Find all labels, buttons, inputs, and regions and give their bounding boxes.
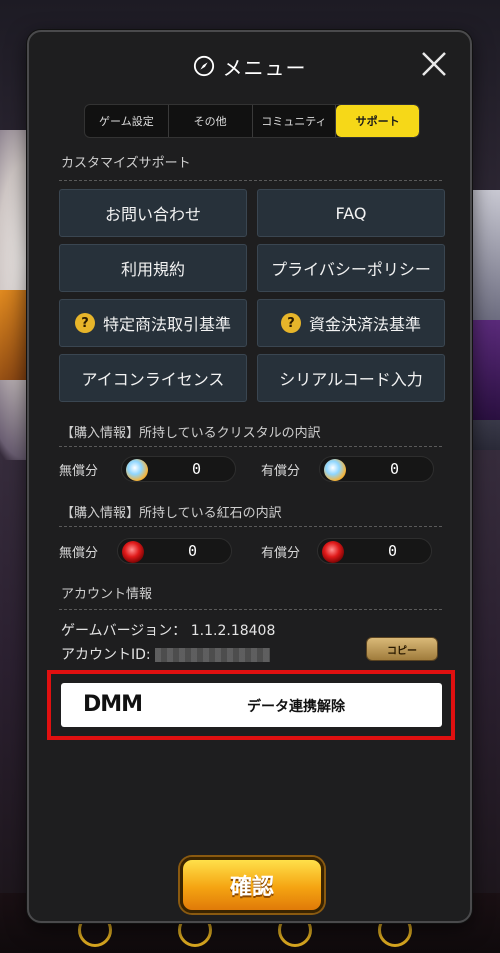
divider (59, 609, 442, 610)
payment-services-label: 資金決済法基準 (308, 315, 421, 334)
commercial-transactions-button[interactable]: ? 特定商法取引基準 (59, 299, 247, 347)
question-icon: ? (280, 313, 301, 333)
faq-button-label: FAQ (335, 203, 367, 223)
copy-button[interactable]: コピー (366, 637, 438, 661)
divider (59, 446, 442, 447)
game-version-value: 1.1.2.18408 (190, 623, 276, 639)
account-id-row: アカウントID: (61, 644, 271, 664)
crystal-free-label: 無償分 (59, 464, 99, 479)
crystal-icon (324, 459, 346, 481)
privacy-policy-button[interactable]: プライバシーポリシー (257, 244, 445, 292)
crystal-paid-pill: 0 (319, 456, 434, 482)
divider (59, 180, 442, 181)
modal-header: メニュー (29, 50, 470, 82)
ruby-icon (122, 541, 144, 563)
question-icon: ? (74, 313, 95, 333)
account-id-label: アカウントID: (61, 647, 151, 663)
faq-button[interactable]: FAQ (257, 189, 445, 237)
account-id-redacted (155, 648, 271, 662)
commercial-transactions-label: 特定商法取引基準 (102, 315, 231, 334)
confirm-button[interactable]: 確認 (180, 857, 324, 913)
support-section-title: カスタマイズサポート (61, 156, 191, 171)
serial-code-label: シリアルコード入力 (279, 370, 423, 389)
menu-modal: メニュー ゲーム設定 その他 コミュニティ サポート カスタマイズサポート お問… (27, 30, 472, 923)
contact-button-label: お問い合わせ (104, 205, 201, 224)
ruby-free-label: 無償分 (59, 546, 99, 561)
tab-support[interactable]: サポート (336, 105, 419, 137)
terms-button[interactable]: 利用規約 (59, 244, 247, 292)
game-version-row: ゲームバージョン： 1.1.2.18408 (61, 620, 275, 640)
ruby-free-pill: 0 (117, 538, 232, 564)
payment-services-button[interactable]: ? 資金決済法基準 (257, 299, 445, 347)
icon-license-label: アイコンライセンス (81, 370, 225, 389)
ruby-free-value: 0 (188, 542, 198, 560)
crystal-section-title: 【購入情報】所持しているクリスタルの内訳 (61, 426, 321, 441)
compass-icon (193, 55, 214, 77)
ruby-paid-pill: 0 (317, 538, 432, 564)
privacy-policy-button-label: プライバシーポリシー (271, 260, 431, 279)
account-section-title: アカウント情報 (61, 587, 153, 602)
tab-other[interactable]: その他 (169, 105, 253, 137)
game-version-label: ゲームバージョン： (61, 623, 187, 639)
ruby-paid-label: 有償分 (261, 546, 301, 561)
dmm-unlink-button[interactable]: DMM データ連携解除 (61, 683, 442, 727)
icon-license-button[interactable]: アイコンライセンス (59, 354, 247, 402)
ruby-section-title: 【購入情報】所持している紅石の内訳 (61, 506, 282, 521)
character-art-right-accent (470, 320, 500, 420)
serial-code-button[interactable]: シリアルコード入力 (257, 354, 445, 402)
tab-community[interactable]: コミュニティ (253, 105, 337, 137)
close-icon[interactable] (420, 50, 448, 78)
modal-title: メニュー (222, 55, 307, 80)
divider (59, 526, 442, 527)
crystal-icon (126, 459, 148, 481)
ruby-icon (322, 541, 344, 563)
crystal-paid-label: 有償分 (261, 464, 301, 479)
menu-tabs: ゲーム設定 その他 コミュニティ サポート (84, 104, 420, 138)
dmm-unlink-label: データ連携解除 (247, 699, 345, 715)
ruby-paid-value: 0 (388, 542, 398, 560)
dmm-logo: DMM (83, 692, 143, 717)
terms-button-label: 利用規約 (120, 260, 185, 279)
crystal-paid-value: 0 (390, 460, 400, 478)
tab-game-settings[interactable]: ゲーム設定 (85, 105, 169, 137)
crystal-free-value: 0 (192, 460, 202, 478)
crystal-free-pill: 0 (121, 456, 236, 482)
contact-button[interactable]: お問い合わせ (59, 189, 247, 237)
